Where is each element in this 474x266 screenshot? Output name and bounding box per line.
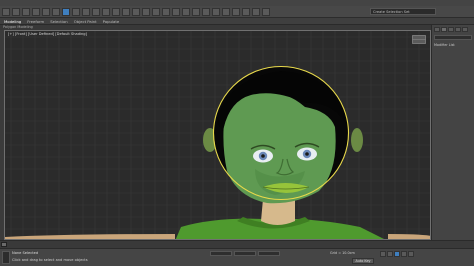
material-editor-icon[interactable]	[232, 7, 240, 16]
auto-key-button[interactable]: Auto Key	[352, 258, 374, 264]
command-panel: Modifier List	[431, 25, 474, 240]
character-right-ear	[351, 128, 363, 152]
play-icon[interactable]	[394, 251, 400, 257]
z-coordinate-field[interactable]	[258, 251, 280, 256]
scale-icon[interactable]	[122, 7, 130, 16]
hierarchy-tab-icon[interactable]	[448, 27, 454, 32]
object-name-field[interactable]	[434, 35, 472, 40]
tab-freeform[interactable]: Freeform	[27, 19, 44, 24]
angle-snap-icon[interactable]	[162, 7, 170, 16]
rectangular-selection-icon[interactable]	[82, 7, 90, 16]
selection-filter-icon[interactable]	[52, 7, 60, 16]
tab-populate[interactable]: Populate	[103, 19, 120, 24]
reference-coordinate-icon[interactable]	[132, 7, 140, 16]
rendered-frame-icon[interactable]	[252, 7, 260, 16]
redo-icon[interactable]	[12, 7, 20, 16]
align-icon[interactable]	[192, 7, 200, 16]
render-setup-icon[interactable]	[242, 7, 250, 16]
bind-space-warp-icon[interactable]	[42, 7, 50, 16]
front-viewport[interactable]: [+] [Front] [User Defined] [Default Shad…	[4, 30, 431, 240]
curve-editor-icon[interactable]	[212, 7, 220, 16]
ribbon-tabs: Modeling Freeform Selection Object Paint…	[0, 18, 474, 25]
viewcube-icon[interactable]	[412, 35, 426, 44]
select-by-name-icon[interactable]	[72, 7, 80, 16]
create-tab-icon[interactable]	[434, 27, 440, 32]
motion-tab-icon[interactable]	[455, 27, 461, 32]
y-coordinate-field[interactable]	[234, 251, 256, 256]
layer-explorer-icon[interactable]	[202, 7, 210, 16]
previous-frame-icon[interactable]	[387, 251, 393, 257]
timeline[interactable]	[0, 240, 474, 248]
modifier-list-dropdown[interactable]: Modifier List	[434, 43, 472, 47]
rotate-icon[interactable]	[112, 7, 120, 16]
next-frame-icon[interactable]	[401, 251, 407, 257]
window-crossing-icon[interactable]	[92, 7, 100, 16]
prompt-line: Click and drag to select and move object…	[12, 258, 88, 262]
go-to-start-icon[interactable]	[380, 251, 386, 257]
tab-object-paint[interactable]: Object Paint	[74, 19, 97, 24]
selection-status: None Selected	[12, 251, 39, 255]
schematic-view-icon[interactable]	[222, 7, 230, 16]
selection-set-field[interactable]: Create Selection Set	[370, 8, 436, 15]
tab-modeling[interactable]: Modeling	[4, 19, 21, 24]
select-object-icon[interactable]	[62, 7, 70, 16]
percent-snap-icon[interactable]	[172, 7, 180, 16]
unlink-icon[interactable]	[32, 7, 40, 16]
maxscript-listener-icon[interactable]	[2, 251, 10, 264]
link-icon[interactable]	[22, 7, 30, 16]
x-coordinate-field[interactable]	[210, 251, 232, 256]
viewport-label[interactable]: [+] [Front] [User Defined] [Default Shad…	[8, 32, 87, 36]
display-tab-icon[interactable]	[462, 27, 468, 32]
snaps-toggle-icon[interactable]	[152, 7, 160, 16]
time-slider[interactable]	[1, 242, 7, 247]
coordinate-display	[210, 251, 280, 256]
mirror-icon[interactable]	[182, 7, 190, 16]
grid-size: Grid = 10.0cm	[330, 251, 355, 255]
pivot-center-icon[interactable]	[142, 7, 150, 16]
playback-controls	[380, 251, 414, 257]
render-production-icon[interactable]	[262, 7, 270, 16]
status-bar: None Selected Click and drag to select a…	[0, 248, 474, 266]
tab-selection[interactable]: Selection	[50, 19, 68, 24]
modify-tab-icon[interactable]	[441, 27, 447, 32]
go-to-end-icon[interactable]	[408, 251, 414, 257]
move-icon[interactable]	[102, 7, 110, 16]
character-model[interactable]	[5, 31, 431, 240]
undo-icon[interactable]	[2, 7, 10, 16]
